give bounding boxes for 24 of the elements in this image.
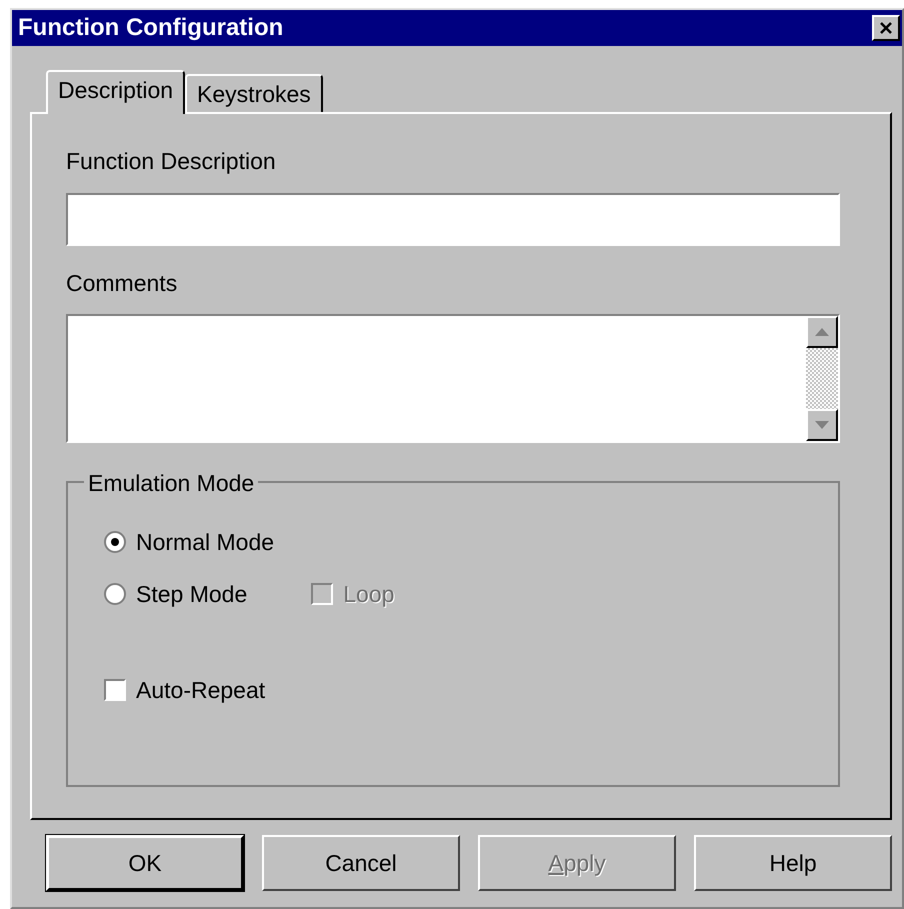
tab[interactable]: Description	[46, 70, 186, 114]
radio-button[interactable]	[104, 531, 126, 553]
down-arrow-icon	[815, 421, 829, 429]
dialog-button[interactable]: Cancel	[262, 835, 460, 891]
close-icon	[879, 21, 893, 35]
close-button[interactable]	[872, 15, 900, 41]
scroll-up-button[interactable]	[806, 316, 838, 348]
checkbox-label: Loop	[343, 580, 394, 609]
scroll-bar[interactable]	[806, 316, 838, 441]
field-label: Function Description	[66, 147, 277, 176]
scroll-down-button[interactable]	[806, 409, 838, 441]
comments-field[interactable]	[66, 314, 840, 443]
radio-label: Step Mode	[136, 580, 248, 609]
dialog-button[interactable]: OK	[46, 835, 244, 891]
field-label: Comments	[66, 268, 178, 298]
tab[interactable]: Keystrokes	[185, 74, 323, 112]
radio-label: Normal Mode	[136, 528, 274, 557]
radio-button[interactable]	[104, 583, 126, 605]
checkbox[interactable]	[104, 679, 126, 701]
window-title: Function Configuration	[18, 13, 284, 43]
function-description-field[interactable]	[66, 192, 840, 246]
dialog-button[interactable]: Help	[694, 835, 892, 891]
checkbox-label: Auto-Repeat	[136, 676, 266, 705]
up-arrow-icon	[815, 328, 829, 336]
